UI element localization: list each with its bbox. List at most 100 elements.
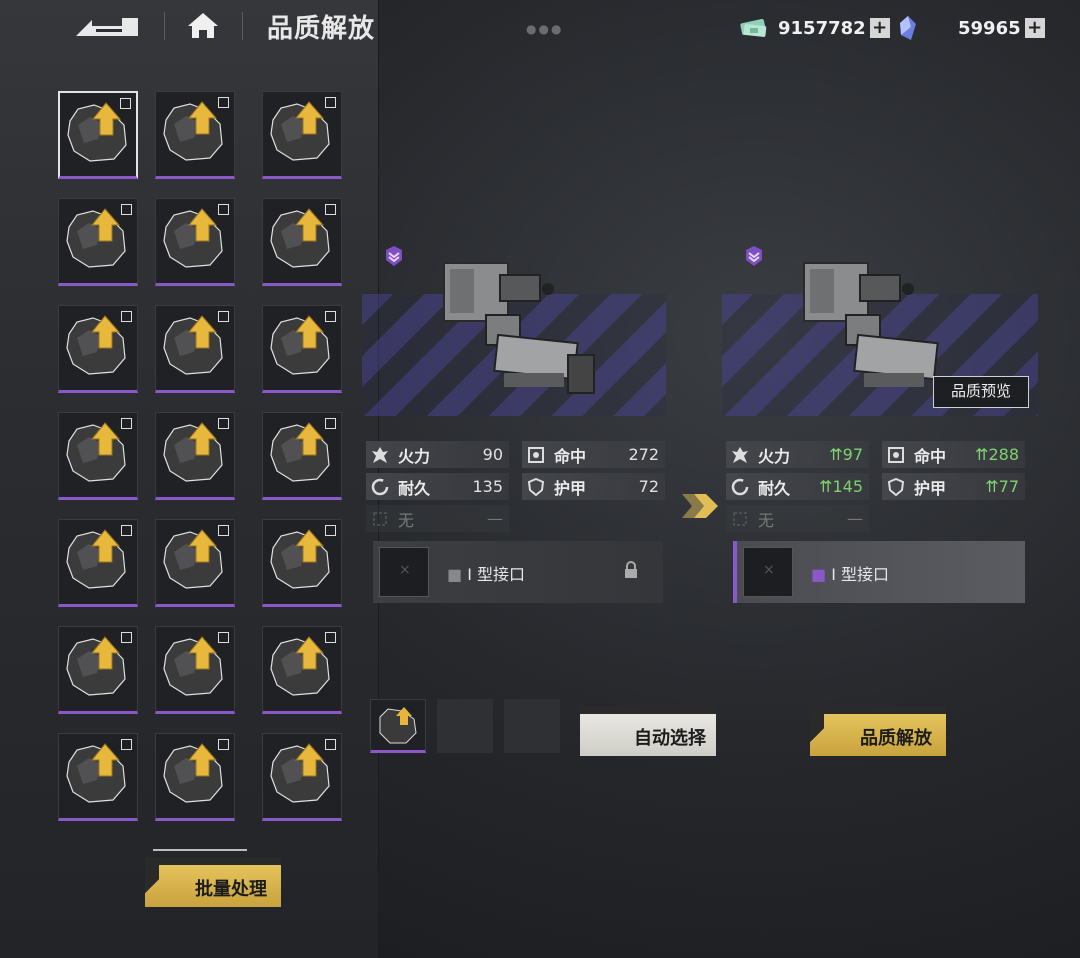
checkbox[interactable]	[121, 525, 132, 536]
material-card[interactable]	[58, 91, 138, 179]
home-button[interactable]	[186, 10, 220, 40]
checkbox[interactable]	[325, 739, 336, 750]
material-card[interactable]	[155, 733, 235, 821]
material-card[interactable]	[262, 519, 342, 607]
stat-value: ⇈288	[975, 445, 1019, 464]
stat-empty: 无 —	[726, 505, 869, 532]
empty-material-slot[interactable]	[504, 699, 560, 753]
lock-icon	[625, 561, 637, 578]
checkbox[interactable]	[325, 204, 336, 215]
material-card[interactable]	[155, 305, 235, 393]
back-button[interactable]	[72, 10, 144, 40]
page-title: 品质解放	[267, 14, 376, 44]
checkbox[interactable]	[218, 418, 229, 429]
material-card[interactable]	[155, 198, 235, 286]
checkbox[interactable]	[325, 97, 336, 108]
checkbox[interactable]	[121, 311, 132, 322]
cash-value: 9157782	[778, 17, 866, 39]
material-ore-icon	[379, 707, 417, 744]
crystal-value: 59965	[958, 17, 1021, 39]
currency-crystal: 59965 +	[892, 14, 1045, 42]
grade-badge-icon	[746, 246, 762, 266]
material-card[interactable]	[262, 733, 342, 821]
separator	[242, 12, 243, 40]
checkbox[interactable]	[120, 98, 131, 109]
checkbox[interactable]	[121, 632, 132, 643]
stat-label: 护甲	[914, 478, 947, 498]
checkbox[interactable]	[218, 739, 229, 750]
stat-durability: 耐久 135	[366, 473, 509, 500]
checkbox[interactable]	[325, 525, 336, 536]
liberate-label: 品质解放	[860, 728, 932, 749]
stat-label: 火力	[398, 446, 431, 466]
stat-label: 护甲	[554, 478, 587, 498]
liberate-button[interactable]: 品质解放	[810, 706, 946, 756]
checkbox[interactable]	[218, 632, 229, 643]
checkbox[interactable]	[218, 97, 229, 108]
equipment-arm-icon	[443, 262, 595, 394]
slot-thumbnail	[743, 547, 793, 597]
stat-label: 耐久	[398, 478, 431, 498]
checkbox[interactable]	[325, 418, 336, 429]
material-card[interactable]	[155, 519, 235, 607]
cash-icon	[740, 19, 767, 37]
armor-icon	[886, 477, 906, 497]
crystal-icon	[900, 16, 916, 40]
material-card[interactable]	[58, 733, 138, 821]
accuracy-icon	[886, 445, 906, 465]
stat-label: 命中	[914, 446, 947, 466]
stat-armor: 护甲 ⇈77	[882, 473, 1025, 500]
material-card[interactable]	[262, 626, 342, 714]
button-corner	[810, 714, 824, 756]
currency-cash: 9157782 +	[738, 14, 890, 42]
checkbox[interactable]	[218, 204, 229, 215]
durability-icon	[370, 477, 390, 497]
material-card[interactable]	[262, 412, 342, 500]
batch-process-button[interactable]: 批量处理	[145, 857, 281, 907]
stat-value: 135	[472, 477, 503, 496]
button-corner	[145, 865, 159, 907]
checkbox[interactable]	[121, 739, 132, 750]
checkbox[interactable]	[218, 525, 229, 536]
scrollbar[interactable]	[153, 849, 247, 851]
auto-select-label: 自动选择	[634, 728, 706, 749]
stat-value: —	[487, 509, 503, 528]
grade-badge-icon	[386, 246, 402, 266]
auto-select-button[interactable]: 自动选择	[580, 706, 716, 756]
material-card[interactable]	[262, 91, 342, 179]
consumed-material-slot[interactable]	[370, 699, 426, 753]
home-icon	[188, 13, 218, 38]
material-card[interactable]	[58, 519, 138, 607]
top-bar: 品质解放 ●●● 9157782 + 59965 +	[0, 0, 1080, 54]
material-card[interactable]	[58, 626, 138, 714]
batch-process-label: 批量处理	[195, 879, 267, 900]
empty-material-slot[interactable]	[437, 699, 493, 753]
stat-label: 火力	[758, 446, 791, 466]
material-card[interactable]	[155, 412, 235, 500]
interface-slot-current[interactable]: ■ Ⅰ 型接口	[373, 541, 663, 603]
checkbox[interactable]	[325, 311, 336, 322]
material-card[interactable]	[58, 412, 138, 500]
stat-value: 90	[482, 445, 503, 464]
checkbox[interactable]	[121, 418, 132, 429]
material-card[interactable]	[262, 198, 342, 286]
quality-preview-button[interactable]: 品质预览	[933, 376, 1029, 408]
add-crystal-button[interactable]: +	[1024, 18, 1045, 38]
material-card[interactable]	[58, 305, 138, 393]
stat-firepower: 火力 ⇈97	[726, 441, 869, 468]
stat-value: 72	[638, 477, 659, 496]
material-card[interactable]	[155, 626, 235, 714]
material-card[interactable]	[155, 91, 235, 179]
interface-slot-result[interactable]: ■ Ⅰ 型接口	[733, 541, 1025, 603]
stat-value: ⇈145	[819, 477, 863, 496]
accuracy-icon	[526, 445, 546, 465]
material-card[interactable]	[58, 198, 138, 286]
add-cash-button[interactable]: +	[869, 18, 890, 38]
material-card[interactable]	[262, 305, 342, 393]
stat-label: 命中	[554, 446, 587, 466]
checkbox[interactable]	[325, 632, 336, 643]
checkbox[interactable]	[121, 204, 132, 215]
stat-label: 无	[398, 510, 415, 530]
checkbox[interactable]	[218, 311, 229, 322]
slot-thumbnail	[379, 547, 429, 597]
